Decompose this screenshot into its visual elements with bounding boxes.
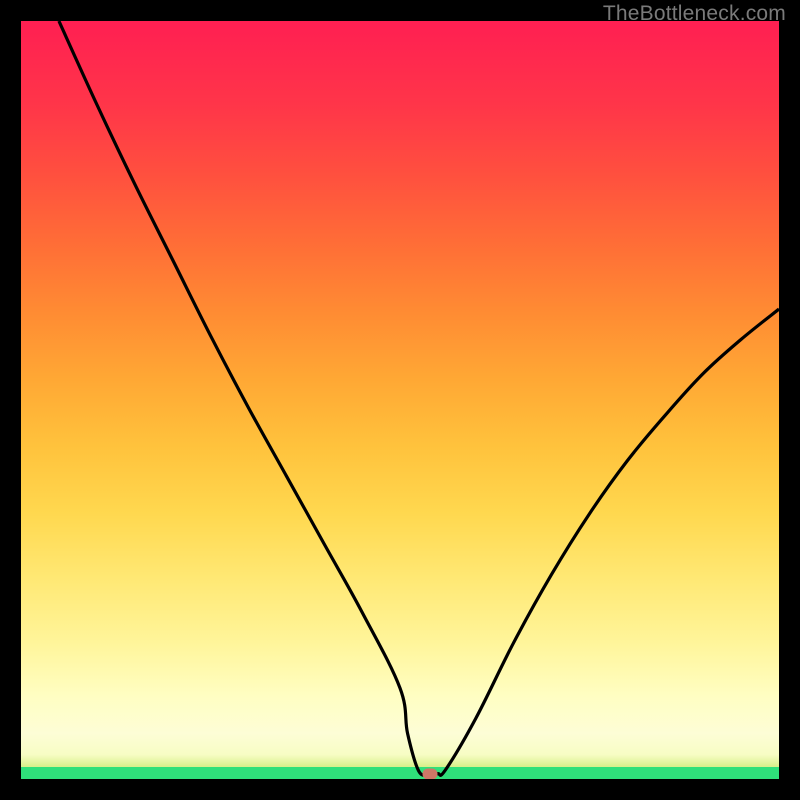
- bottleneck-curve: [59, 21, 779, 775]
- optimal-point-marker: [423, 768, 438, 779]
- plot-area: [21, 21, 779, 779]
- chart-frame: TheBottleneck.com: [0, 0, 800, 800]
- curve-layer: [21, 21, 779, 779]
- watermark-text: TheBottleneck.com: [603, 2, 786, 26]
